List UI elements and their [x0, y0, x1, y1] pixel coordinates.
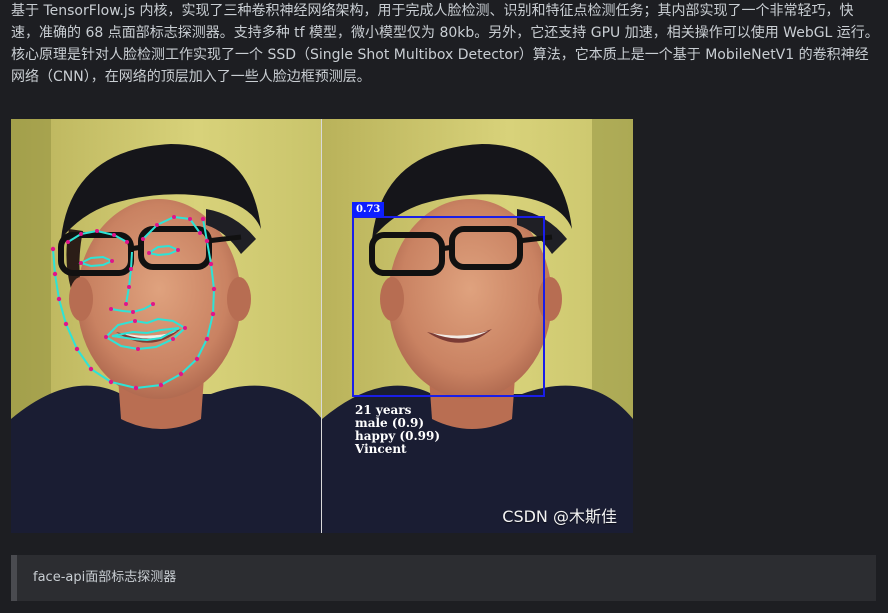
identity-label: Vincent: [355, 442, 407, 456]
face-bounding-box: [352, 216, 545, 397]
confidence-badge: 0.73: [352, 202, 385, 217]
article-body: 基于 TensorFlow.js 内核，实现了三种卷积神经网络架构，用于完成人脸…: [11, 0, 879, 88]
image-watermark: CSDN @木斯佳: [502, 507, 617, 526]
detection-panel: 0.73 21 years male (0.9) happy (0.99) Vi…: [322, 119, 633, 533]
landmark-panel: [11, 119, 322, 533]
image-caption-text: face-api面部标志探测器: [33, 570, 177, 585]
intro-paragraph: 基于 TensorFlow.js 内核，实现了三种卷积神经网络架构，用于完成人脸…: [11, 3, 879, 41]
detection-labels: 21 years male (0.9) happy (0.99) Vincent: [355, 404, 440, 456]
image-caption-block: face-api面部标志探测器: [11, 555, 876, 601]
principle-paragraph: 核心原理是针对人脸检测工作实现了一个 SSD（Single Shot Multi…: [11, 47, 869, 85]
landmark-photo: [11, 119, 322, 533]
face-detection-image: 0.73 21 years male (0.9) happy (0.99) Vi…: [11, 119, 633, 533]
